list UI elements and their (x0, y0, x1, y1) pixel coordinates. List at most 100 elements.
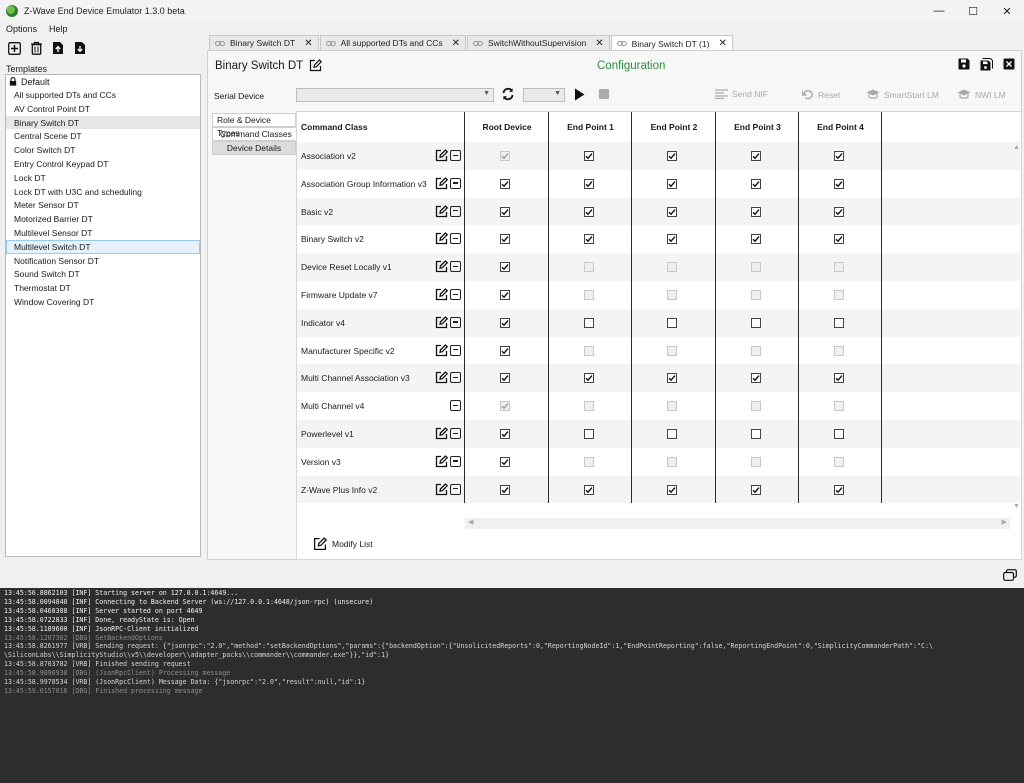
remove-command-class-button[interactable] (450, 400, 461, 412)
endpoint-checkbox[interactable] (667, 234, 677, 245)
template-item[interactable]: Lock DT (6, 171, 200, 185)
endpoint-checkbox[interactable] (584, 178, 594, 189)
endpoint-checkbox[interactable] (500, 262, 510, 273)
vertical-scrollbar[interactable]: ▲ ▼ (1011, 142, 1021, 512)
edit-command-class-button[interactable] (435, 149, 449, 164)
remove-command-class-button[interactable] (450, 344, 461, 356)
remove-command-class-button[interactable] (450, 150, 461, 161)
template-item[interactable]: Entry Control Keypad DT (6, 157, 200, 171)
edit-command-class-button[interactable] (435, 454, 449, 470)
close-tab-icon[interactable]: ✕ (718, 38, 726, 49)
tab-device-details[interactable]: Device Details (212, 141, 296, 155)
menu-options[interactable]: Options (0, 24, 43, 34)
remove-command-class-button[interactable] (450, 233, 461, 245)
endpoint-checkbox[interactable] (500, 345, 510, 356)
endpoint-checkbox[interactable] (584, 317, 594, 328)
endpoint-checkbox[interactable] (667, 373, 677, 384)
tab-role-device-types[interactable]: Role & Device Types (212, 113, 296, 138)
template-item[interactable]: Central Scene DT (6, 129, 200, 143)
close-document-button[interactable] (1003, 58, 1015, 73)
endpoint-checkbox[interactable] (584, 429, 594, 439)
add-template-button[interactable] (6, 40, 22, 56)
endpoint-checkbox[interactable] (751, 234, 761, 245)
remove-command-class-button[interactable] (450, 261, 461, 273)
edit-command-class-button[interactable] (435, 260, 449, 275)
template-item[interactable]: Sound Switch DT (6, 267, 200, 281)
endpoint-checkbox[interactable] (667, 151, 677, 161)
endpoint-checkbox[interactable] (834, 317, 844, 328)
minimize-button[interactable]: — (922, 0, 956, 22)
scroll-down-icon[interactable]: ▼ (1013, 503, 1020, 510)
scroll-right-icon[interactable]: ▶ (1002, 518, 1007, 526)
document-tab[interactable]: SwitchWithoutSupervision ✕ (467, 35, 610, 50)
delete-template-button[interactable] (28, 40, 44, 56)
modify-list-button[interactable]: Modify List (313, 537, 373, 551)
endpoint-checkbox[interactable] (751, 373, 761, 384)
endpoint-checkbox[interactable] (500, 456, 510, 467)
remove-command-class-button[interactable] (450, 428, 461, 439)
endpoint-checkbox[interactable] (834, 373, 844, 384)
serial-device-select[interactable]: ▼ (296, 88, 494, 102)
edit-command-class-button[interactable] (435, 315, 449, 331)
document-tab[interactable]: Binary Switch DT (1) ✕ (610, 35, 733, 51)
template-item[interactable]: Lock DT with U3C and scheduling (6, 185, 200, 199)
refresh-ports-button[interactable] (501, 87, 515, 103)
template-item[interactable]: Multilevel Sensor DT (6, 226, 200, 240)
endpoint-checkbox[interactable] (500, 317, 510, 328)
endpoint-checkbox[interactable] (584, 234, 594, 245)
endpoint-checkbox[interactable] (834, 206, 844, 217)
templates-group-default[interactable]: Default (6, 75, 200, 88)
smartstart-button[interactable]: SmartStart LM (866, 89, 939, 100)
remove-command-class-button[interactable] (450, 205, 461, 217)
remove-command-class-button[interactable] (450, 483, 461, 495)
template-item[interactable]: Motorized Barrier DT (6, 212, 200, 226)
edit-command-class-button[interactable] (435, 427, 449, 442)
endpoint-checkbox[interactable] (834, 178, 844, 189)
endpoint-checkbox[interactable] (667, 317, 677, 328)
document-tab[interactable]: All supported DTs and CCs ✕ (319, 35, 467, 50)
upload-template-button[interactable] (50, 40, 66, 56)
template-item[interactable]: Color Switch DT (6, 143, 200, 157)
scroll-up-icon[interactable]: ▲ (1013, 144, 1020, 151)
template-item[interactable]: Window Covering DT (6, 295, 200, 309)
nwi-button[interactable]: NWI LM (957, 89, 1006, 100)
document-tab[interactable]: Binary Switch DT ✕ (209, 35, 319, 50)
endpoint-checkbox[interactable] (584, 206, 594, 217)
close-tab-icon[interactable]: ✕ (304, 38, 312, 49)
endpoint-checkbox[interactable] (500, 484, 510, 495)
close-tab-icon[interactable]: ✕ (595, 38, 603, 49)
remove-command-class-button[interactable] (450, 316, 461, 328)
endpoint-checkbox[interactable] (834, 429, 844, 439)
close-tab-icon[interactable]: ✕ (452, 38, 460, 49)
endpoint-checkbox[interactable] (500, 206, 510, 217)
endpoint-checkbox[interactable] (751, 429, 761, 439)
restore-console-button[interactable] (1003, 569, 1017, 583)
edit-command-class-button[interactable] (435, 343, 449, 359)
remove-command-class-button[interactable] (450, 289, 461, 300)
tab-command-classes[interactable]: Command Classes (212, 127, 296, 141)
endpoint-checkbox[interactable] (751, 484, 761, 495)
scroll-left-icon[interactable]: ◀ (468, 518, 473, 526)
endpoint-checkbox[interactable] (500, 234, 510, 245)
endpoint-checkbox[interactable] (584, 151, 594, 161)
horizontal-scrollbar[interactable]: ◀ ▶ (465, 518, 1010, 529)
endpoint-checkbox[interactable] (584, 373, 594, 384)
endpoint-checkbox[interactable] (500, 429, 510, 439)
endpoint-checkbox[interactable] (667, 178, 677, 189)
endpoint-checkbox[interactable] (834, 484, 844, 495)
baud-rate-select[interactable]: ▼ (523, 88, 565, 102)
start-button[interactable] (574, 88, 585, 103)
save-all-button[interactable] (980, 58, 993, 73)
reset-button[interactable]: Reset (802, 89, 840, 101)
remove-command-class-button[interactable] (450, 372, 461, 384)
edit-command-class-button[interactable] (435, 204, 449, 220)
edit-command-class-button[interactable] (435, 288, 449, 303)
remove-command-class-button[interactable] (450, 455, 461, 467)
template-item[interactable]: All supported DTs and CCs (6, 88, 200, 102)
endpoint-checkbox[interactable] (667, 206, 677, 217)
edit-title-button[interactable] (309, 59, 323, 74)
stop-button[interactable] (599, 89, 609, 101)
template-item[interactable]: AV Control Point DT (6, 102, 200, 116)
send-nif-button[interactable]: Send NIF (715, 89, 768, 99)
edit-command-class-button[interactable] (435, 232, 449, 247)
